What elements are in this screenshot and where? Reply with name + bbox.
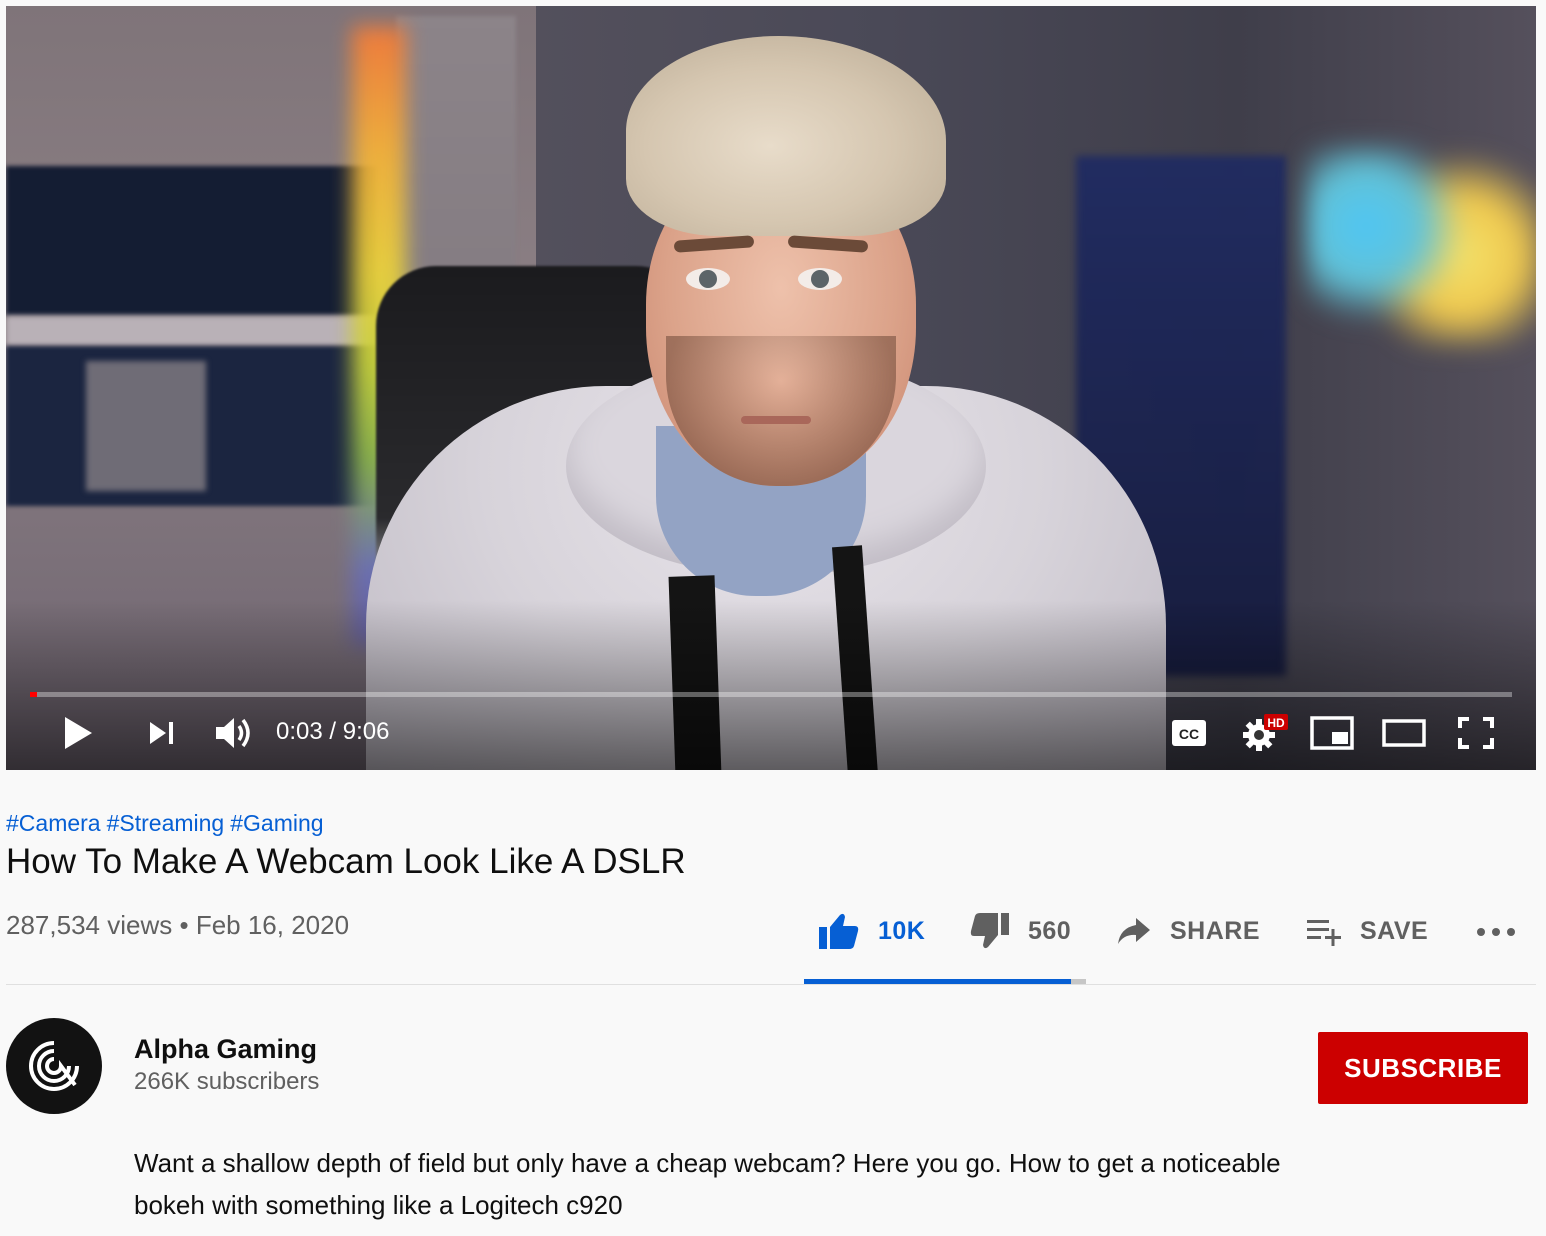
svg-text:CC: CC [1179, 726, 1199, 742]
miniplayer-icon [1310, 716, 1354, 750]
settings-button[interactable]: HD [1238, 710, 1292, 756]
fullscreen-icon [1458, 717, 1494, 749]
save-label: SAVE [1360, 916, 1429, 945]
volume-button[interactable] [210, 710, 258, 756]
progress-played [30, 692, 38, 697]
more-actions-button[interactable] [1476, 906, 1516, 956]
theater-icon [1382, 719, 1426, 747]
channel-logo-icon [29, 1041, 79, 1091]
hashtags: #Camera #Streaming #Gaming [6, 810, 330, 837]
thumbs-down-icon [970, 913, 1009, 949]
share-label: SHARE [1170, 916, 1261, 945]
captions-button[interactable]: CC [1166, 710, 1212, 756]
theater-mode-button[interactable] [1380, 710, 1428, 756]
svg-text:HD: HD [1267, 716, 1285, 730]
publish-date: Feb 16, 2020 [195, 910, 350, 940]
save-button[interactable]: SAVE [1306, 906, 1428, 956]
more-icon [1477, 928, 1515, 936]
volume-icon [216, 718, 250, 748]
thumbs-up-icon [819, 913, 859, 949]
view-count: 287,534 views [6, 910, 173, 940]
like-button[interactable]: 10K [818, 906, 925, 956]
subscriber-count: 266K subscribers [134, 1068, 320, 1095]
hashtag-link[interactable]: #Gaming [230, 810, 323, 836]
play-button[interactable] [56, 710, 100, 756]
meta-separator: • [179, 910, 189, 940]
share-button[interactable]: SHARE [1116, 906, 1260, 956]
description-line: bokeh with something like a Logitech c92… [134, 1190, 623, 1220]
play-icon [65, 717, 92, 749]
next-icon [150, 722, 173, 744]
hashtag-link[interactable]: #Streaming [107, 810, 225, 836]
description-line: Want a shallow depth of field but only h… [134, 1148, 1281, 1178]
save-playlist-icon [1307, 920, 1341, 946]
video-description: Want a shallow depth of field but only h… [134, 1142, 1394, 1226]
dislike-count: 560 [1028, 916, 1072, 945]
divider [6, 984, 1536, 985]
channel-avatar[interactable] [6, 1018, 102, 1114]
subscribe-button[interactable]: SUBSCRIBE [1318, 1032, 1528, 1104]
next-button[interactable] [140, 710, 184, 756]
progress-bar[interactable] [30, 692, 1512, 697]
settings-icon: HD [1243, 714, 1288, 751]
captions-icon: CC [1172, 720, 1206, 746]
video-meta: 287,534 views • Feb 16, 2020 [6, 910, 349, 941]
fullscreen-button[interactable] [1452, 710, 1500, 756]
dislike-button[interactable]: 560 [970, 906, 1071, 956]
video-player[interactable]: 0:03 / 9:06 CC HD [6, 6, 1536, 770]
channel-name[interactable]: Alpha Gaming [134, 1034, 317, 1065]
time-display: 0:03 / 9:06 [276, 718, 390, 745]
video-title: How To Make A Webcam Look Like A DSLR [6, 842, 686, 881]
like-count: 10K [878, 916, 926, 945]
share-icon [1118, 918, 1150, 944]
hashtag-link[interactable]: #Camera [6, 810, 101, 836]
miniplayer-button[interactable] [1308, 710, 1356, 756]
